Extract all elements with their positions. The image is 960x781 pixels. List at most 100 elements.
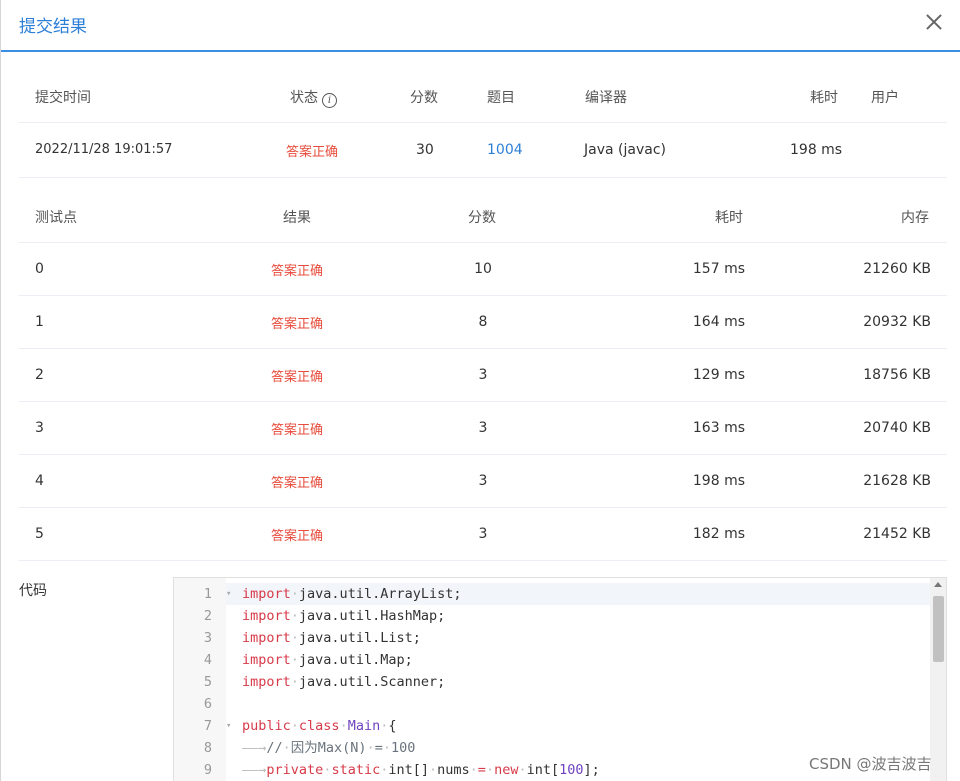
code-text: import·java.util.HashMap; bbox=[242, 605, 445, 627]
dialog-header: 提交结果 bbox=[1, 0, 960, 52]
submission-time-cost: 198 ms bbox=[790, 142, 843, 158]
header-case-time: 耗时 bbox=[715, 210, 743, 226]
vertical-scrollbar[interactable] bbox=[930, 578, 946, 781]
header-case-score: 分数 bbox=[468, 210, 496, 226]
compiler-name: Java (javac) bbox=[584, 142, 666, 158]
code-line: 1 ▾ import·java.util.ArrayList; bbox=[174, 583, 934, 605]
testcase-result: 答案正确 bbox=[271, 476, 324, 491]
line-number: 5 bbox=[203, 674, 212, 690]
code-token: · bbox=[366, 740, 375, 756]
line-number: 2 bbox=[203, 608, 212, 624]
code-text: import·java.util.Scanner; bbox=[242, 671, 445, 693]
header-submit-time: 提交时间 bbox=[35, 90, 91, 106]
code-token: nums bbox=[437, 762, 470, 778]
submission-result-dialog: 提交结果 提交时间 状态 i 分数 题目 编译器 耗时 用户 2022/11/28… bbox=[0, 0, 960, 781]
testcase-result: 答案正确 bbox=[271, 264, 324, 279]
scroll-up-icon[interactable] bbox=[934, 582, 942, 587]
watermark: CSDN @波吉波吉 bbox=[809, 755, 932, 773]
code-token: = bbox=[374, 740, 383, 756]
testcase-memory: 21452 KB bbox=[863, 526, 931, 542]
header-status: 状态 i bbox=[290, 87, 337, 108]
divider bbox=[19, 454, 947, 455]
testcase-time: 157 ms bbox=[692, 261, 745, 277]
code-token: = bbox=[477, 762, 486, 778]
header-user: 用户 bbox=[871, 90, 899, 106]
divider bbox=[19, 507, 947, 508]
line-number: 6 bbox=[203, 696, 212, 712]
testcase-result: 答案正确 bbox=[271, 370, 324, 385]
line-number: 3 bbox=[203, 630, 212, 646]
code-token: class bbox=[298, 718, 340, 734]
header-problem: 题目 bbox=[487, 90, 515, 106]
header-testcase: 测试点 bbox=[35, 210, 77, 226]
fold-arrow-icon[interactable]: ▾ bbox=[226, 583, 231, 605]
close-icon[interactable] bbox=[921, 10, 947, 36]
testcase-memory: 21628 KB bbox=[863, 473, 931, 489]
code-label: 代码 bbox=[19, 583, 47, 599]
code-editor[interactable]: 1 ▾ import·java.util.ArrayList; 2 import·jav… bbox=[173, 577, 947, 781]
code-token: Main bbox=[347, 718, 381, 734]
testcase-score: 3 bbox=[478, 473, 488, 489]
code-token: ——→ bbox=[242, 740, 267, 756]
testcase-time: 164 ms bbox=[692, 314, 745, 330]
code-token: java.util.ArrayList; bbox=[298, 586, 462, 602]
code-token: java.util.HashMap; bbox=[298, 608, 446, 624]
fold-arrow-icon[interactable]: ▾ bbox=[226, 715, 231, 737]
testcase-memory: 18756 KB bbox=[863, 367, 931, 383]
testcase-memory: 20740 KB bbox=[863, 420, 931, 436]
scrollbar-thumb[interactable] bbox=[933, 596, 944, 662]
code-token: 100 bbox=[559, 762, 584, 778]
code-token: int[ bbox=[526, 762, 560, 778]
header-status-label: 状态 bbox=[290, 90, 318, 106]
code-token: · bbox=[469, 762, 478, 778]
testcase-memory: 20932 KB bbox=[863, 314, 931, 330]
divider bbox=[19, 242, 947, 243]
code-text: import·java.util.Map; bbox=[242, 649, 413, 671]
problem-link[interactable]: 1004 bbox=[487, 142, 523, 158]
testcase-id: 1 bbox=[35, 314, 44, 330]
testcase-score: 3 bbox=[478, 367, 488, 383]
testcase-time: 129 ms bbox=[692, 367, 745, 383]
code-token: java.util.List; bbox=[298, 630, 421, 646]
code-text: ——→//·因为Max(N)·=·100 bbox=[242, 737, 415, 759]
line-number: 8 bbox=[203, 740, 212, 756]
info-icon[interactable]: i bbox=[322, 93, 337, 108]
code-token: · bbox=[339, 718, 348, 734]
testcase-id: 0 bbox=[35, 261, 44, 277]
code-token: new bbox=[494, 762, 519, 778]
code-token: · bbox=[429, 762, 438, 778]
testcase-id: 2 bbox=[35, 367, 44, 383]
code-token: static bbox=[331, 762, 381, 778]
code-token: · bbox=[290, 630, 299, 646]
header-time-cost: 耗时 bbox=[810, 90, 838, 106]
divider bbox=[19, 177, 947, 178]
line-number: 7 bbox=[203, 718, 212, 734]
code-token: import bbox=[242, 586, 291, 602]
testcase-memory: 21260 KB bbox=[863, 261, 931, 277]
code-token: · bbox=[485, 762, 495, 778]
code-line: 3 import·java.util.List; bbox=[174, 627, 934, 649]
code-token: · bbox=[290, 586, 299, 602]
testcase-score: 3 bbox=[478, 526, 488, 542]
code-line: 4 import·java.util.Map; bbox=[174, 649, 934, 671]
divider bbox=[19, 348, 947, 349]
status-badge: 答案正确 bbox=[286, 145, 339, 160]
code-line: 7 ▾ public·class·Main·{ bbox=[174, 715, 934, 737]
header-compiler: 编译器 bbox=[585, 90, 627, 106]
code-token: import bbox=[242, 674, 291, 690]
testcase-time: 163 ms bbox=[692, 420, 745, 436]
testcase-time: 182 ms bbox=[692, 526, 745, 542]
code-line: 5 import·java.util.Scanner; bbox=[174, 671, 934, 693]
divider bbox=[19, 122, 947, 123]
code-token: · bbox=[290, 608, 299, 624]
divider bbox=[19, 295, 947, 296]
header-result: 结果 bbox=[283, 210, 311, 226]
divider bbox=[19, 401, 947, 402]
testcase-id: 4 bbox=[35, 473, 44, 489]
code-token: · bbox=[382, 740, 391, 756]
line-number: 4 bbox=[203, 652, 212, 668]
code-token: import bbox=[242, 630, 291, 646]
code-token: · bbox=[290, 674, 299, 690]
code-token: // bbox=[266, 740, 283, 756]
dialog-title: 提交结果 bbox=[19, 17, 87, 37]
